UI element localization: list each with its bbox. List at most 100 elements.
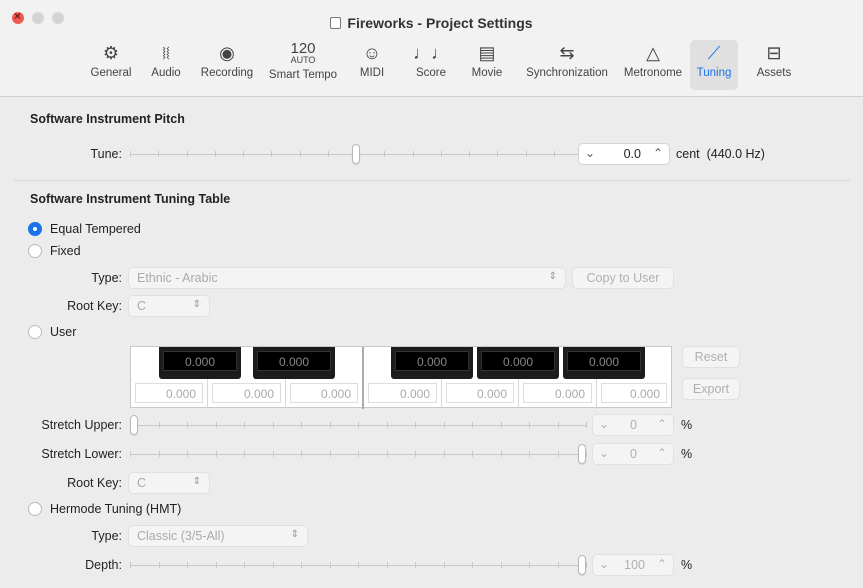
tab-metronome[interactable]: △ Metronome	[620, 40, 686, 90]
black-key-value[interactable]: 0.000	[567, 351, 641, 371]
tab-tuning-label: Tuning	[696, 67, 732, 79]
tune-slider[interactable]	[130, 144, 583, 164]
chevron-up-icon[interactable]: ⌃	[657, 417, 667, 431]
stretch-lower-stepper[interactable]: ⌄ 0 ⌃	[592, 443, 674, 465]
slider-tick	[558, 451, 559, 457]
chevron-down-icon[interactable]: ⌄	[599, 417, 609, 431]
white-key-value[interactable]: 0.000	[523, 383, 592, 403]
depth-value[interactable]: 100	[611, 558, 645, 572]
slider-tick	[215, 151, 216, 157]
slider-tick	[586, 422, 587, 428]
slider-tick	[244, 422, 245, 428]
tab-metronome-label: Metronome	[623, 67, 683, 79]
hmt-type-popup[interactable]: Classic (3/5-All) ⇕	[128, 525, 308, 547]
fixed-type-popup[interactable]: Ethnic - Arabic ⇕	[128, 267, 566, 289]
reset-button[interactable]: Reset	[682, 346, 740, 368]
updown-chevron-icon: ⇕	[192, 299, 201, 310]
hermode-radio[interactable]	[28, 502, 42, 516]
slider-tick	[501, 451, 502, 457]
tab-score[interactable]: ♩♩ Score	[412, 40, 450, 90]
white-key-value[interactable]: 0.000	[212, 383, 281, 403]
slider-tick	[472, 422, 473, 428]
white-key-value[interactable]: 0.000	[135, 383, 203, 403]
fixed-radio[interactable]	[28, 244, 42, 258]
chevron-up-icon[interactable]: ⌃	[657, 446, 667, 460]
slider-tick	[497, 151, 498, 157]
tab-movie[interactable]: ▤ Movie	[466, 40, 508, 90]
hmt-root-key-popup[interactable]: C ⇕	[128, 472, 210, 494]
stretch-upper-stepper[interactable]: ⌄ 0 ⌃	[592, 414, 674, 436]
tune-stepper[interactable]: ⌄ 0.0 ⌃	[578, 143, 670, 165]
slider-thumb[interactable]	[130, 415, 138, 435]
chevron-up-icon[interactable]: ⌃	[657, 557, 667, 571]
fixed-root-key-popup[interactable]: C ⇕	[128, 295, 210, 317]
slider-tick	[328, 151, 329, 157]
slider-tick	[301, 562, 302, 568]
slider-tick	[529, 562, 530, 568]
slider-tick	[444, 562, 445, 568]
tune-unit: cent	[676, 147, 700, 161]
black-key: 0.000	[391, 347, 473, 379]
tab-audio[interactable]: ⧘⧙ Audio	[146, 40, 186, 90]
export-button[interactable]: Export	[682, 378, 740, 400]
tuning-table-section-title: Software Instrument Tuning Table	[30, 192, 231, 206]
chevron-down-icon[interactable]: ⌄	[599, 557, 609, 571]
slider-thumb[interactable]	[578, 555, 586, 575]
tab-general-label: General	[90, 67, 132, 79]
slider-tick	[529, 422, 530, 428]
slider-tick	[472, 451, 473, 457]
black-key-value[interactable]: 0.000	[163, 351, 237, 371]
tab-tuning[interactable]: ⟋ Tuning	[690, 40, 738, 90]
slider-thumb[interactable]	[352, 144, 360, 164]
slider-tick	[130, 451, 131, 457]
tab-smart-tempo-label: Smart Tempo	[268, 69, 338, 81]
slider-tick	[273, 562, 274, 568]
tab-recording[interactable]: ◉ Recording	[196, 40, 258, 90]
tab-general[interactable]: ⚙ General	[88, 40, 134, 90]
equal-tempered-label: Equal Tempered	[50, 222, 141, 236]
slider-tick	[444, 451, 445, 457]
slider-tick	[558, 562, 559, 568]
tab-smart-tempo[interactable]: 120 AUTO Smart Tempo	[266, 40, 340, 90]
slider-tick	[387, 422, 388, 428]
stretch-lower-slider[interactable]	[130, 444, 587, 464]
slider-thumb[interactable]	[578, 444, 586, 464]
tab-midi[interactable]: ☺ MIDI	[356, 40, 388, 90]
tuning-settings-panel: Software Instrument Pitch Tune: ⌄ 0.0 ⌃ …	[14, 100, 850, 588]
stretch-lower-label: Stretch Lower:	[41, 447, 122, 461]
tuning-fork-icon: ⟋	[707, 43, 721, 63]
user-radio[interactable]	[28, 325, 42, 339]
white-key-value[interactable]: 0.000	[446, 383, 514, 403]
slider-tick	[501, 562, 502, 568]
slider-tick	[273, 422, 274, 428]
fixed-label: Fixed	[50, 244, 81, 258]
chevron-up-icon[interactable]: ⌃	[653, 146, 663, 160]
tune-value[interactable]: 0.0	[601, 147, 641, 161]
equal-tempered-radio[interactable]	[28, 222, 42, 236]
slider-tick	[441, 151, 442, 157]
stretch-upper-slider[interactable]	[130, 415, 587, 435]
depth-slider[interactable]	[130, 555, 587, 575]
black-key-value[interactable]: 0.000	[481, 351, 555, 371]
slider-tick	[159, 451, 160, 457]
fixed-root-key-label: Root Key:	[67, 299, 122, 313]
copy-to-user-button[interactable]: Copy to User	[572, 267, 674, 289]
white-key-value[interactable]: 0.000	[368, 383, 437, 403]
chevron-down-icon[interactable]: ⌄	[585, 146, 595, 160]
black-key-value[interactable]: 0.000	[257, 351, 331, 371]
tab-synchronization[interactable]: ⇆ Synchronization	[520, 40, 614, 90]
white-key-value[interactable]: 0.000	[290, 383, 358, 403]
slider-tick	[472, 562, 473, 568]
pitch-section-title: Software Instrument Pitch	[30, 112, 185, 126]
tab-assets[interactable]: ⊟ Assets	[754, 40, 794, 90]
chevron-down-icon[interactable]: ⌄	[599, 446, 609, 460]
depth-stepper[interactable]: ⌄ 100 ⌃	[592, 554, 674, 576]
stretch-upper-value[interactable]: 0	[615, 418, 637, 432]
stretch-lower-value[interactable]: 0	[615, 447, 637, 461]
user-label: User	[50, 325, 77, 339]
slider-tick	[413, 151, 414, 157]
slider-tick	[301, 451, 302, 457]
white-key-value[interactable]: 0.000	[601, 383, 667, 403]
slider-tick	[415, 562, 416, 568]
black-key-value[interactable]: 0.000	[395, 351, 469, 371]
